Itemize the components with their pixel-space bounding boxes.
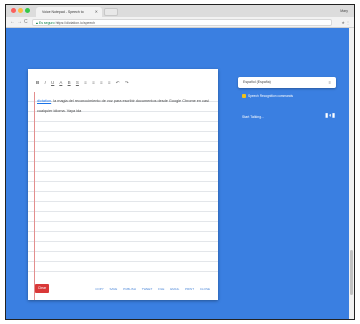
text-color-button[interactable]: A bbox=[59, 80, 62, 85]
profile-name[interactable]: Mary bbox=[340, 5, 348, 17]
highlight-button[interactable]: B bbox=[68, 80, 71, 85]
undo-icon[interactable]: ↶ bbox=[116, 80, 120, 85]
close-icon[interactable]: ✕ bbox=[95, 7, 98, 17]
ruled-lines bbox=[28, 92, 218, 277]
url-text: https://dictation.io/speech bbox=[55, 21, 96, 25]
info-icon bbox=[242, 93, 246, 98]
microphone-icon[interactable]: ▮◖▮ bbox=[325, 112, 335, 120]
chevron-down-icon: ≡ bbox=[328, 80, 331, 85]
language-select[interactable]: Español (España) ≡ bbox=[238, 77, 336, 88]
publish-link[interactable]: PUBLISH bbox=[123, 287, 136, 291]
lock-icon: 🔒︎ bbox=[36, 21, 38, 25]
commands-hint[interactable]: Speech Recognition commands bbox=[242, 93, 293, 99]
commands-hint-text: Speech Recognition commands bbox=[248, 94, 294, 98]
window-close-button[interactable] bbox=[11, 8, 16, 13]
strikethrough-button[interactable]: S bbox=[76, 80, 79, 85]
scrollbar-thumb[interactable] bbox=[350, 250, 353, 295]
numbered-list-icon[interactable]: ≡ bbox=[108, 80, 111, 85]
print-link[interactable]: PRINT bbox=[185, 287, 194, 291]
more-options-icon[interactable]: ⋮ bbox=[346, 17, 350, 28]
dictation-link[interactable]: dictation bbox=[37, 99, 51, 103]
italic-button[interactable]: I bbox=[45, 80, 46, 85]
new-tab-button[interactable] bbox=[104, 8, 118, 16]
scrollbar[interactable] bbox=[349, 28, 354, 319]
window-minimize-button[interactable] bbox=[18, 8, 23, 13]
browser-window: Voice Notepad - Speech to ✕ Mary ← → C 🔒… bbox=[5, 4, 355, 320]
redo-icon[interactable]: ↷ bbox=[125, 80, 129, 85]
align-left-icon[interactable]: ≡ bbox=[84, 80, 87, 85]
tab-strip: Voice Notepad - Speech to ✕ Mary bbox=[6, 5, 354, 17]
bold-button[interactable]: B bbox=[36, 80, 39, 85]
editor-body-text: . la magia del reconocimiento de voz par… bbox=[37, 99, 209, 113]
editor-card: B I U A B S ≡ ≡ ≡ ≡ ↶ ↷ dictation. la ma… bbox=[28, 69, 218, 300]
editor-text-area[interactable]: dictation. la magia del reconocimiento d… bbox=[37, 96, 213, 116]
save-link[interactable]: SAVE bbox=[109, 287, 117, 291]
copy-link[interactable]: COPY bbox=[95, 287, 103, 291]
back-arrow-icon[interactable]: ← bbox=[10, 17, 15, 28]
start-talking-label: Start Talking... bbox=[242, 115, 265, 119]
browser-tab[interactable]: Voice Notepad - Speech to ✕ bbox=[36, 7, 102, 17]
window-zoom-button[interactable] bbox=[25, 8, 30, 13]
address-bar[interactable]: 🔒︎ Es seguro https://dictation.io/speech bbox=[32, 19, 332, 26]
action-links: COPY SAVE PUBLISH TWEET FILE EMAIL PRINT… bbox=[90, 285, 210, 293]
reload-icon[interactable]: C bbox=[24, 17, 28, 28]
file-link[interactable]: FILE bbox=[158, 287, 164, 291]
forward-arrow-icon[interactable]: → bbox=[17, 17, 22, 28]
page-content: B I U A B S ≡ ≡ ≡ ≡ ↶ ↷ dictation. la ma… bbox=[6, 28, 354, 319]
close-link[interactable]: CLOSE bbox=[200, 287, 210, 291]
tweet-link[interactable]: TWEET bbox=[142, 287, 152, 291]
bullet-list-icon[interactable]: ≡ bbox=[100, 80, 103, 85]
clear-button[interactable]: Clear bbox=[35, 284, 49, 293]
address-toolbar: ← → C 🔒︎ Es seguro https://dictation.io/… bbox=[6, 17, 354, 28]
underline-button[interactable]: U bbox=[51, 80, 54, 85]
align-center-icon[interactable]: ≡ bbox=[92, 80, 95, 85]
format-toolbar: B I U A B S ≡ ≡ ≡ ≡ ↶ ↷ bbox=[36, 79, 133, 87]
bookmark-star-icon[interactable]: ★ bbox=[341, 17, 345, 28]
email-link[interactable]: EMAIL bbox=[170, 287, 179, 291]
margin-line bbox=[34, 92, 35, 300]
language-value: Español (España) bbox=[243, 80, 271, 84]
tab-title: Voice Notepad - Speech to bbox=[42, 10, 84, 14]
secure-label: Es seguro bbox=[38, 21, 55, 25]
